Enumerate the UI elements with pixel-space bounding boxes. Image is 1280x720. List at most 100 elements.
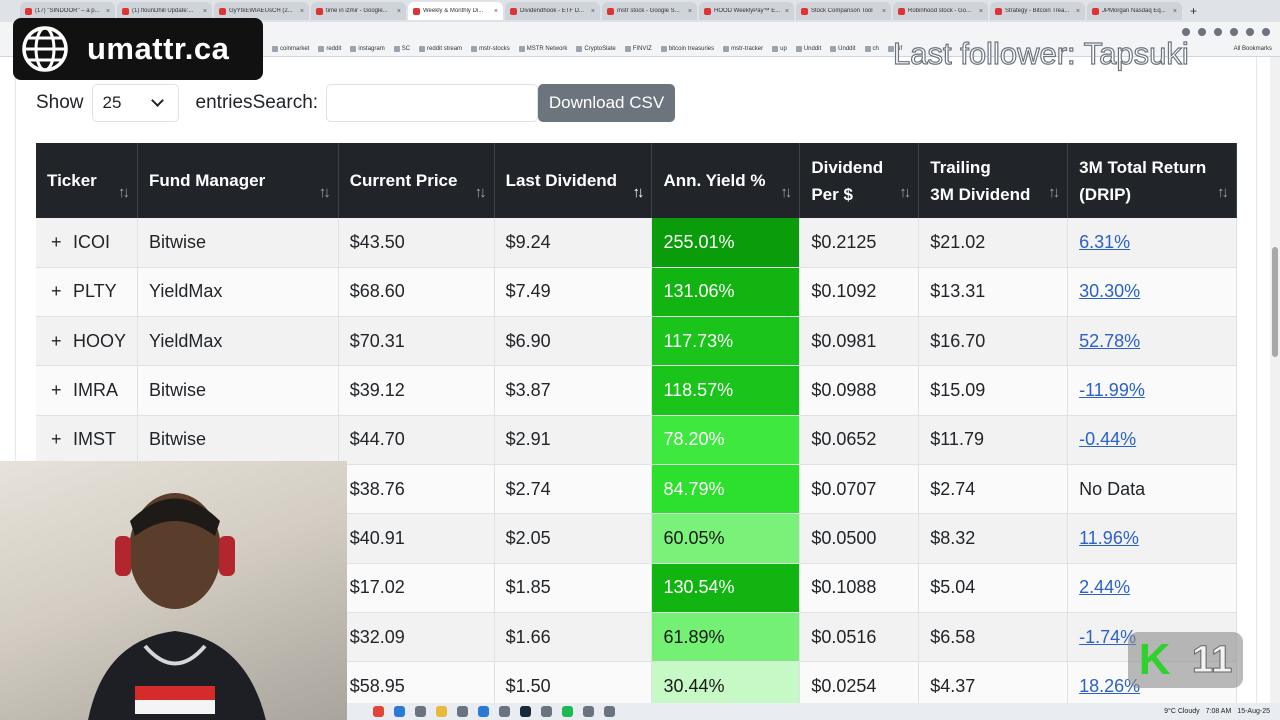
bookmark-item[interactable]: FINVIZ [625, 46, 652, 52]
close-icon[interactable]: × [300, 8, 304, 15]
sort-icon[interactable]: ↑↓ [899, 179, 911, 206]
expand-row-button[interactable]: + [51, 232, 73, 253]
extension-icon[interactable] [1214, 28, 1222, 36]
total-return-link[interactable]: 6.31% [1079, 232, 1130, 252]
app-taskbar-icon[interactable] [583, 706, 594, 717]
column-header[interactable]: Trailing 3M Dividend ↑↓ [918, 143, 1069, 218]
close-icon[interactable]: × [397, 8, 401, 15]
clock-date[interactable]: 15-Aug-25 [1237, 708, 1270, 715]
browser-tab[interactable]: Strategy - Bitcoin Trea... × [990, 2, 1085, 20]
bookmark-item[interactable]: mstr-stocks [471, 46, 510, 52]
column-header-label: Trailing [930, 157, 991, 177]
sort-icon[interactable]: ↑↓ [1217, 179, 1229, 206]
close-icon[interactable]: × [494, 8, 498, 15]
sort-icon[interactable]: ↑↓ [118, 179, 130, 206]
bookmark-item[interactable]: Unddit [830, 46, 855, 52]
browser-tab[interactable]: Stock Comparison Tool × [796, 2, 891, 20]
page-scrollbar[interactable] [1270, 57, 1280, 703]
extension-icon[interactable] [1230, 28, 1238, 36]
bookmark-item[interactable]: ch [865, 46, 879, 52]
column-header[interactable]: 3M Total Return (DRIP) ↑↓ [1067, 143, 1237, 218]
extension-icon[interactable] [1198, 28, 1206, 36]
total-return-link[interactable]: 2.44% [1079, 577, 1130, 597]
bookmark-item[interactable]: CryptoSlate [576, 46, 615, 52]
sort-icon[interactable]: ↑↓ [475, 179, 487, 206]
new-tab-button[interactable]: + [1190, 4, 1197, 18]
chrome-taskbar-icon[interactable] [373, 706, 384, 717]
browser-tab[interactable]: Robinhood stock - Go... × [893, 2, 988, 20]
close-icon[interactable]: × [882, 8, 886, 15]
browser-tab[interactable]: mstr stock - Google S... × [602, 2, 697, 20]
bookmark-item[interactable]: reddit stream [419, 46, 462, 52]
column-header-label: Last Dividend [505, 171, 618, 190]
expand-row-button[interactable]: + [51, 429, 73, 450]
total-return-link[interactable]: -11.99% [1079, 380, 1145, 400]
close-icon[interactable]: × [106, 8, 110, 15]
tab-title: (17) "SINDOOR" – a p... [35, 8, 100, 14]
sort-icon[interactable]: ↑↓ [632, 179, 644, 206]
expand-row-button[interactable]: + [51, 380, 73, 401]
browser-tab[interactable]: Dividendhook - ETF D... × [505, 2, 600, 20]
sort-icon[interactable]: ↑↓ [319, 179, 331, 206]
column-header[interactable]: Last Dividend ↑↓ [494, 143, 653, 218]
bookmark-item[interactable]: bitcoin treasuries [661, 46, 714, 52]
sort-icon[interactable]: ↑↓ [1048, 179, 1060, 206]
total-return-value: No Data [1079, 478, 1146, 499]
close-icon[interactable]: × [1173, 8, 1177, 15]
browser-tab[interactable]: time in izmir - Google... × [311, 2, 406, 20]
column-header[interactable]: Current Price ↑↓ [338, 143, 495, 218]
bookmark-item[interactable]: instagram [350, 46, 384, 52]
weather-text[interactable]: 9°C Cloudy [1164, 708, 1199, 715]
bookmark-item[interactable]: mstr-tracker [723, 46, 763, 52]
close-icon[interactable]: × [688, 8, 692, 15]
profile-icon[interactable] [1246, 28, 1254, 36]
column-header[interactable]: Ann. Yield % ↑↓ [651, 143, 801, 218]
app-taskbar-icon[interactable] [499, 706, 510, 717]
menu-icon[interactable] [1262, 28, 1270, 36]
folder-taskbar-icon[interactable] [436, 706, 447, 717]
column-header[interactable]: Ticker ↑↓ [36, 143, 139, 218]
app-taskbar-icon[interactable] [457, 706, 468, 717]
app-taskbar-icon[interactable] [604, 706, 615, 717]
bookmark-item[interactable]: SC [394, 46, 410, 52]
spotify-taskbar-icon[interactable] [562, 706, 573, 717]
app-taskbar-icon[interactable] [415, 706, 426, 717]
all-bookmarks-link[interactable]: All Bookmarks [1234, 46, 1272, 52]
extension-icon[interactable] [1182, 28, 1190, 36]
table-cell-yield: 118.57% [651, 365, 801, 416]
table-cell-ticker: + PLTY [36, 267, 139, 318]
app-taskbar-icon[interactable] [541, 706, 552, 717]
expand-row-button[interactable]: + [51, 331, 73, 352]
total-return-link[interactable]: 11.96% [1079, 528, 1139, 548]
browser-tab[interactable]: JPMorgan Nasdaq Eq... × [1087, 2, 1182, 20]
edge-taskbar-icon[interactable] [394, 706, 405, 717]
close-icon[interactable]: × [591, 8, 595, 15]
download-csv-button[interactable]: Download CSV [538, 84, 676, 122]
clock-time[interactable]: 7:08 AM [1206, 708, 1232, 715]
total-return-link[interactable]: -0.44% [1079, 429, 1136, 449]
column-header[interactable]: Fund Manager ↑↓ [137, 143, 339, 218]
entries-per-page-select[interactable]: 25 [91, 84, 179, 122]
browser-tab[interactable]: Weekly & Monthly Di... × [408, 2, 503, 20]
close-icon[interactable]: × [979, 8, 983, 15]
steam-taskbar-icon[interactable] [520, 706, 531, 717]
cell-value: $68.60 [349, 281, 405, 302]
bookmark-item[interactable]: MSTR Network [519, 46, 568, 52]
app-taskbar-icon[interactable] [478, 706, 489, 717]
column-header[interactable]: Dividend Per $ ↑↓ [799, 143, 920, 218]
close-icon[interactable]: × [785, 8, 789, 15]
expand-row-button[interactable]: + [51, 281, 73, 302]
table-cell-yield: 61.89% [651, 612, 801, 663]
browser-tab[interactable]: HOOD WeeklyPay™ E... × [699, 2, 794, 20]
scrollbar-thumb[interactable] [1272, 247, 1278, 357]
sort-icon[interactable]: ↑↓ [780, 179, 792, 206]
bookmark-item[interactable]: coinmarket [272, 46, 309, 52]
search-input[interactable] [326, 84, 539, 122]
total-return-link[interactable]: 52.78% [1079, 331, 1140, 351]
bookmark-item[interactable]: reddit [318, 46, 341, 52]
close-icon[interactable]: × [1076, 8, 1080, 15]
close-icon[interactable]: × [203, 8, 207, 15]
bookmark-item[interactable]: Unddit [796, 46, 821, 52]
total-return-link[interactable]: 30.30% [1079, 281, 1140, 301]
bookmark-item[interactable]: up [772, 46, 787, 52]
